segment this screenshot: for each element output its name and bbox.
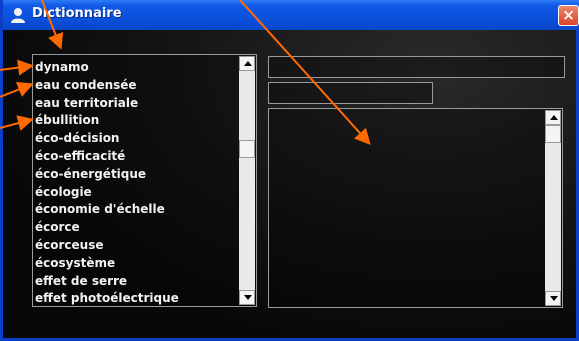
scroll-up-button[interactable]: [239, 56, 255, 71]
close-icon: ×: [562, 6, 575, 24]
list-item[interactable]: effet de serre: [35, 273, 235, 291]
user-icon: [9, 6, 27, 24]
list-item[interactable]: eau condensée: [35, 77, 235, 95]
title-bar[interactable]: Dictionnaire ×: [3, 0, 579, 30]
list-item[interactable]: écologie: [35, 184, 235, 202]
dictionary-window: Dictionnaire × dynamo eau condensée eau te…: [0, 0, 579, 341]
arrow-down-icon: [244, 295, 252, 300]
list-item[interactable]: éco-décision: [35, 130, 235, 148]
arrow-up-icon: [550, 115, 558, 120]
scroll-down-button[interactable]: [239, 290, 255, 305]
close-button[interactable]: ×: [558, 5, 579, 26]
list-item[interactable]: eau territoriale: [35, 95, 235, 113]
definition-scroll-down-button[interactable]: [545, 291, 561, 306]
scroll-thumb[interactable]: [239, 140, 255, 158]
list-item[interactable]: ébullition: [35, 112, 235, 130]
window-title: Dictionnaire: [32, 6, 122, 21]
definition-area[interactable]: [268, 108, 563, 308]
word-list-scrollbar[interactable]: [239, 56, 255, 305]
list-item[interactable]: écosystème: [35, 255, 235, 273]
list-item[interactable]: écorceuse: [35, 237, 235, 255]
list-item[interactable]: économie d'échelle: [35, 201, 235, 219]
word-list[interactable]: dynamo eau condensée eau territoriale ébull…: [32, 54, 257, 307]
definition-scrollbar[interactable]: [545, 110, 561, 306]
short-field[interactable]: [268, 82, 433, 104]
list-item[interactable]: éco-efficacité: [35, 148, 235, 166]
arrow-up-icon: [244, 61, 252, 66]
word-list-items: dynamo eau condensée eau territoriale ébull…: [35, 59, 235, 306]
term-field[interactable]: [268, 56, 565, 78]
list-item[interactable]: effet photoélectrique: [35, 290, 235, 306]
list-item[interactable]: éco-énergétique: [35, 166, 235, 184]
definition-scroll-thumb[interactable]: [545, 125, 561, 143]
definition-scroll-up-button[interactable]: [545, 110, 561, 125]
list-item[interactable]: écorce: [35, 219, 235, 237]
arrow-down-icon: [550, 296, 558, 301]
list-item[interactable]: dynamo: [35, 59, 235, 77]
